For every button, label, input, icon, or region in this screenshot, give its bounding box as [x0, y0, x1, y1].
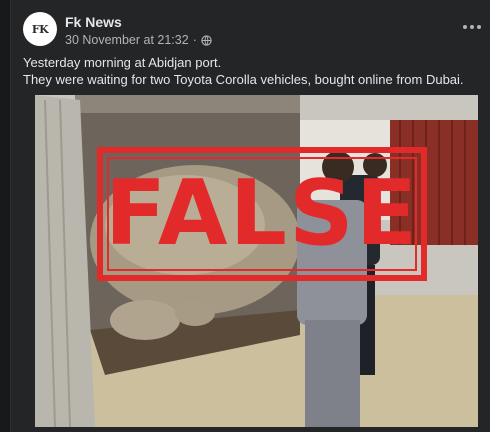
page-name-link[interactable]: Fk News	[65, 14, 122, 30]
post-header: FK Fk News 30 November at 21:32 ·	[23, 12, 490, 48]
false-stamp-text: FALSE	[104, 161, 420, 266]
post-meta: 30 November at 21:32 ·	[65, 33, 212, 47]
facebook-post: FK Fk News 30 November at 21:32 · Yester…	[10, 0, 490, 432]
caption-line-2: They were waiting for two Toyota Corolla…	[23, 72, 464, 87]
avatar-logo: FK	[31, 22, 49, 36]
false-stamp: FALSE	[97, 147, 427, 281]
caption-line-1: Yesterday morning at Abidjan port.	[23, 55, 222, 70]
post-caption: Yesterday morning at Abidjan port. They …	[23, 54, 480, 88]
more-options-icon[interactable]	[462, 22, 482, 32]
post-timestamp[interactable]: 30 November at 21:32	[65, 33, 189, 47]
page-avatar[interactable]: FK	[23, 12, 57, 46]
globe-icon	[201, 34, 212, 46]
meta-separator: ·	[192, 33, 197, 47]
post-photo[interactable]: FALSE	[35, 95, 478, 427]
